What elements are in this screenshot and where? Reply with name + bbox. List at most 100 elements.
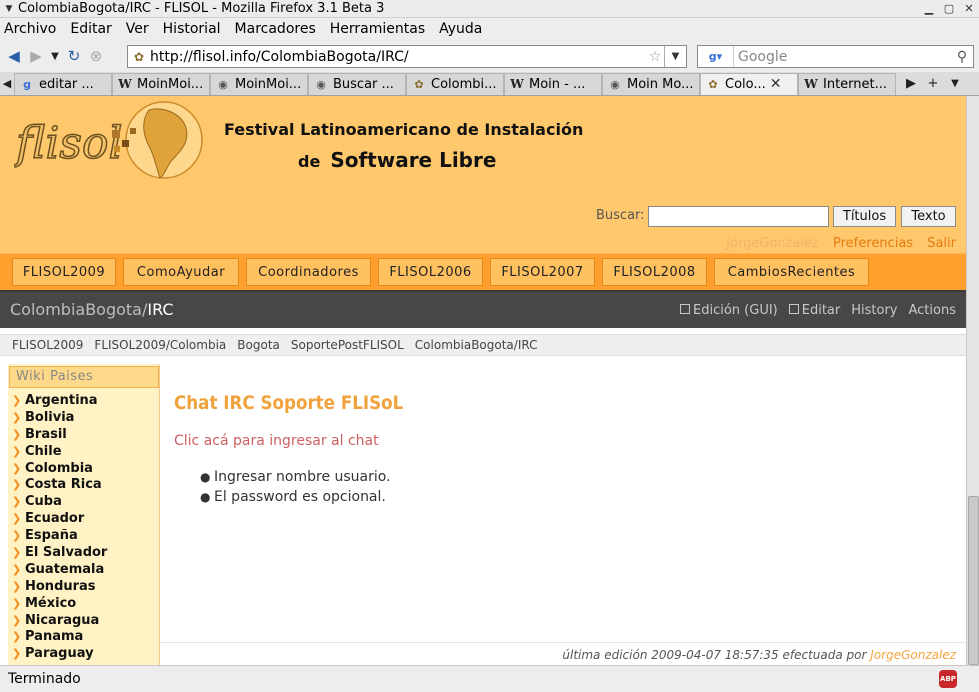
country-list: ❯ Argentina ❯ Bolivia ❯ Brasil ❯ Chile ❯ Colo… [12, 392, 107, 662]
navtab-comoayudar[interactable]: ComoAyudar [123, 258, 239, 286]
breadcrumb-item[interactable]: FLISOL2009 [12, 338, 83, 352]
arrow-icon: ❯ [12, 613, 22, 627]
country-item[interactable]: ❯ México [12, 595, 107, 612]
tab-colombia-active[interactable]: ✿ Colo... ✕ [700, 72, 798, 95]
country-item[interactable]: ❯ Colombia [12, 460, 107, 477]
history-dropdown-icon[interactable]: ▼ [47, 45, 63, 67]
footer-divider [160, 642, 966, 643]
scrollbar-thumb[interactable] [968, 496, 979, 665]
site-navigation: FLISOL2009 ComoAyudar Coordinadores FLIS… [0, 253, 966, 290]
tab-internet[interactable]: W Internet... [798, 72, 896, 95]
country-item[interactable]: ❯ Costa Rica [12, 476, 107, 493]
tab-editar[interactable]: g editar ... [14, 72, 112, 95]
country-item[interactable]: ❯ Honduras [12, 578, 107, 595]
tab-scroll-left-icon[interactable]: ◀ [0, 77, 14, 90]
new-tab-icon[interactable]: + [922, 76, 944, 91]
adblock-icon[interactable]: ABP [939, 670, 957, 688]
sidebar: Wiki Paises ❯ Argentina ❯ Bolivia ❯ Brasil … [8, 364, 160, 665]
country-item[interactable]: ❯ Panama [12, 628, 107, 645]
navtab-cambiosrecientes[interactable]: CambiosRecientes [714, 258, 869, 286]
google-icon: g [23, 77, 31, 91]
moin-icon: ◉ [218, 77, 228, 91]
menu-ver[interactable]: Ver [126, 21, 149, 37]
stop-button[interactable]: ⊗ [85, 45, 107, 67]
titulos-button[interactable]: Títulos [833, 206, 896, 227]
country-item[interactable]: ❯ Brasil [12, 426, 107, 443]
breadcrumb-item[interactable]: Bogota [237, 338, 280, 352]
url-text[interactable]: http://flisol.info/ColombiaBogota/IRC/ [150, 49, 646, 65]
tab-buscar[interactable]: ◉ Buscar ... [308, 72, 406, 95]
preferences-link[interactable]: Preferencias [833, 236, 913, 251]
edit-gui-action[interactable]: Edición (GUI) [680, 303, 778, 318]
history-action[interactable]: History [851, 303, 897, 318]
reload-button[interactable]: ↻ [63, 45, 85, 67]
back-button[interactable]: ◀ [3, 45, 25, 67]
texto-button[interactable]: Texto [901, 206, 956, 227]
close-window-icon[interactable]: ✕ [959, 2, 979, 15]
tab-colombia-1[interactable]: ✿ Colombi... [406, 72, 504, 95]
bullet-icon: ● [200, 490, 211, 504]
menu-editar[interactable]: Editar [70, 21, 111, 37]
user-link[interactable]: JorgeGonzalez [726, 236, 819, 251]
url-bar[interactable]: ✿ http://flisol.info/ColombiaBogota/IRC/… [127, 45, 687, 68]
tagline-line2: de Software Libre [298, 148, 496, 172]
country-item[interactable]: ❯ Argentina [12, 392, 107, 409]
country-item[interactable]: ❯ Cuba [12, 493, 107, 510]
navtab-flisol2008[interactable]: FLISOL2008 [602, 258, 707, 286]
chat-link[interactable]: Clic acá para ingresar al chat [174, 433, 379, 449]
arrow-icon: ❯ [12, 393, 22, 407]
search-engine-icon[interactable]: g▾ [698, 46, 734, 67]
country-item[interactable]: ❯ Chile [12, 443, 107, 460]
maximize-icon[interactable]: ▢ [939, 2, 959, 15]
page-title-current[interactable]: IRC [147, 300, 173, 319]
logout-link[interactable]: Salir [927, 236, 956, 251]
edit-action[interactable]: Editar [788, 303, 840, 318]
search-bar[interactable]: g▾ Google ⚲ [697, 45, 974, 68]
country-item[interactable]: ❯ Ecuador [12, 510, 107, 527]
search-input[interactable]: Google [734, 49, 951, 65]
country-item[interactable]: ❯ Nicaragua [12, 612, 107, 629]
moin-icon: ◉ [610, 77, 620, 91]
close-tab-icon[interactable]: ✕ [770, 76, 782, 92]
site-search-input[interactable] [648, 206, 829, 227]
menubar: Archivo Editar Ver Historial Marcadores … [0, 18, 979, 40]
navtab-coordinadores[interactable]: Coordinadores [246, 258, 371, 286]
country-item[interactable]: ❯ El Salvador [12, 544, 107, 561]
actions-menu[interactable]: Actions [909, 303, 957, 318]
forward-button[interactable]: ▶ [25, 45, 47, 67]
window-menu-icon[interactable]: ▼ [0, 4, 18, 14]
menu-archivo[interactable]: Archivo [4, 21, 56, 37]
wikipedia-icon: W [118, 77, 132, 91]
breadcrumb-item[interactable]: FLISOL2009/Colombia [94, 338, 226, 352]
search-icon[interactable]: ⚲ [951, 49, 973, 65]
menu-marcadores[interactable]: Marcadores [235, 21, 316, 37]
tab-moinmoin-2[interactable]: ◉ MoinMoi... [210, 72, 308, 95]
tab-list-icon[interactable]: ▼ [944, 78, 966, 89]
breadcrumb-item[interactable]: ColombiaBogota/IRC [415, 338, 538, 352]
country-item[interactable]: ❯ España [12, 527, 107, 544]
menu-ayuda[interactable]: Ayuda [439, 21, 482, 37]
country-item[interactable]: ❯ Paraguay [12, 645, 107, 662]
tab-moin[interactable]: W Moin - ... [504, 72, 602, 95]
country-item[interactable]: ❯ Guatemala [12, 561, 107, 578]
tab-moinmo[interactable]: ◉ Moin Mo... [602, 72, 700, 95]
window-title: ColombiaBogota/IRC - FLISOL - Mozilla Fi… [18, 1, 385, 16]
bookmark-star-icon[interactable]: ☆ [646, 49, 664, 65]
tagline-software-libre: Software Libre [330, 148, 497, 172]
menu-herramientas[interactable]: Herramientas [330, 21, 425, 37]
tab-scroll-right-icon[interactable]: ▶ [900, 76, 922, 91]
tab-moinmoin-1[interactable]: W MoinMoi... [112, 72, 210, 95]
navtab-flisol2007[interactable]: FLISOL2007 [490, 258, 595, 286]
last-edit-author-link[interactable]: JorgeGonzalez [870, 648, 956, 662]
flisol-logo: flisol [14, 101, 203, 179]
search-label: Buscar: [596, 208, 645, 223]
navtab-flisol2009[interactable]: FLISOL2009 [12, 258, 116, 286]
menu-historial[interactable]: Historial [163, 21, 221, 37]
url-dropdown-icon[interactable]: ▼ [664, 46, 686, 67]
navtab-flisol2006[interactable]: FLISOL2006 [378, 258, 483, 286]
page-scrollbar[interactable] [966, 96, 979, 665]
breadcrumb-item[interactable]: SoportePostFLISOL [291, 338, 404, 352]
country-item[interactable]: ❯ Bolivia [12, 409, 107, 426]
page-title-parent[interactable]: ColombiaBogota/ [10, 300, 147, 319]
minimize-icon[interactable]: ▁ [919, 2, 939, 15]
